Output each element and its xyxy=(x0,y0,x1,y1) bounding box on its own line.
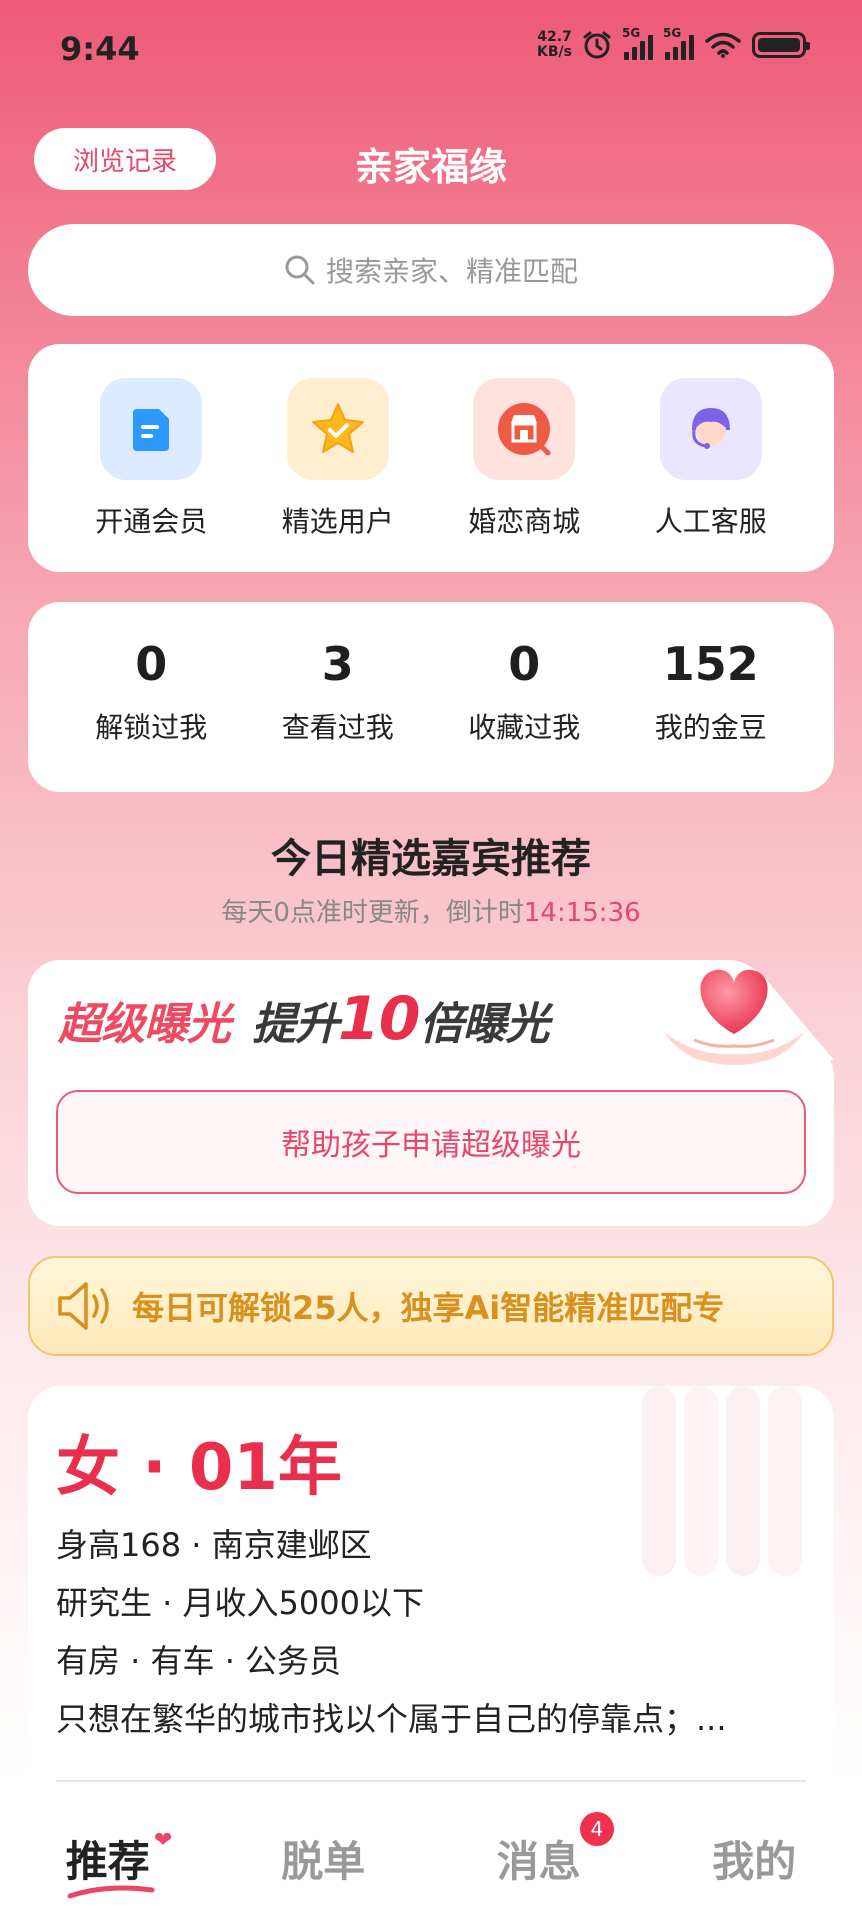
sim2-label: 5G xyxy=(663,26,682,40)
heart-in-hands-icon xyxy=(664,969,804,1065)
profile-title: 女 · 01年 xyxy=(56,1431,342,1505)
store-icon xyxy=(473,378,576,480)
recommend-subtitle: 每天0点准时更新，倒计时14:15:36 xyxy=(0,892,862,929)
tab-messages[interactable]: 消息 xyxy=(431,1786,647,1920)
network-speed-value: 42.7 xyxy=(537,29,572,45)
heart-icon: ❤ xyxy=(154,1828,173,1853)
stat-label: 我的金豆 xyxy=(654,711,767,744)
network-speed: 42.7 KB/s xyxy=(537,30,572,60)
stat-label: 解锁过我 xyxy=(95,711,208,744)
stat-label: 查看过我 xyxy=(281,711,394,744)
sim1-label: 5G xyxy=(622,26,641,40)
page-title: 亲家福缘 xyxy=(354,145,507,189)
stat-label: 收藏过我 xyxy=(468,711,581,744)
quick-action-support[interactable]: 人工客服 xyxy=(636,378,786,572)
quick-action-mall[interactable]: 婚恋商城 xyxy=(449,378,599,572)
messages-badge: 4 xyxy=(580,1812,614,1846)
status-time: 9:44 xyxy=(60,30,140,68)
stat-value: 3 xyxy=(321,637,354,691)
stat-viewed-me[interactable]: 3 查看过我 xyxy=(263,636,413,792)
profile-info-line: 研究生 · 月收入5000以下 xyxy=(56,1584,424,1622)
quick-action-membership[interactable]: 开通会员 xyxy=(76,378,226,572)
quick-actions-card: 开通会员 精选用户 婚恋商城 人工客服 xyxy=(28,344,834,572)
notice-marquee[interactable]: 每日可解锁25人，独享Ai智能精准匹配专 xyxy=(28,1256,834,1356)
profile-info-line: 有房 · 有车 · 公务员 xyxy=(56,1642,342,1680)
tab-label: 我的 xyxy=(712,1837,797,1886)
profile-bio: 只想在繁华的城市找以个属于自己的停靠点；... xyxy=(56,1700,727,1738)
signal-icon-2: 5G xyxy=(663,26,694,60)
wifi-icon xyxy=(705,32,741,58)
quick-action-featured-users[interactable]: 精选用户 xyxy=(263,378,413,572)
profile-info-line: 身高168 · 南京建邺区 xyxy=(56,1526,372,1564)
tab-recommend[interactable]: 推荐 ❤ xyxy=(0,1786,216,1920)
stat-value: 152 xyxy=(662,637,759,691)
status-icons: 42.7 KB/s 5G 5G xyxy=(537,26,810,60)
active-tab-underline xyxy=(67,1885,155,1899)
promo-headline-2-num: 10 xyxy=(338,984,420,1054)
stats-card: 0 解锁过我 3 查看过我 0 收藏过我 152 我的金豆 xyxy=(28,602,834,792)
quick-action-label: 开通会员 xyxy=(95,505,208,538)
promo-headline: 超级曝光 提升10倍曝光 xyxy=(58,984,550,1054)
promo-headline-2-pre: 提升 xyxy=(252,999,339,1050)
search-icon xyxy=(285,255,315,285)
network-speed-unit: KB/s xyxy=(537,44,572,60)
quick-action-label: 精选用户 xyxy=(281,505,394,538)
speaker-icon xyxy=(58,1282,109,1330)
promo-headline-1: 超级曝光 xyxy=(58,999,231,1050)
search-placeholder: 搜索亲家、精准匹配 xyxy=(325,255,578,288)
support-agent-icon xyxy=(659,378,762,480)
signal-icon: 5G xyxy=(622,26,653,60)
star-icon xyxy=(286,378,389,480)
quick-action-label: 婚恋商城 xyxy=(468,505,581,538)
recommend-update-text: 每天0点准时更新，倒计时 xyxy=(221,898,524,928)
search-input[interactable]: 搜索亲家、精准匹配 xyxy=(28,224,834,316)
alarm-icon xyxy=(583,31,611,59)
apply-super-exposure-button[interactable]: 帮助孩子申请超级曝光 xyxy=(56,1090,806,1194)
bottom-tab-bar: 推荐 ❤ 脱单 消息 我的 xyxy=(0,1786,862,1920)
promo-headline-2-post: 倍曝光 xyxy=(419,999,550,1050)
stat-favorited-me[interactable]: 0 收藏过我 xyxy=(449,636,599,792)
stat-gold-beans[interactable]: 152 我的金豆 xyxy=(636,636,786,792)
decorative-stripes xyxy=(642,1386,802,1576)
tab-label: 推荐 xyxy=(65,1837,150,1886)
stat-value: 0 xyxy=(508,637,541,691)
stat-value: 0 xyxy=(135,637,168,691)
notice-text: 每日可解锁25人，独享Ai智能精准匹配专 xyxy=(132,1289,725,1327)
battery-icon xyxy=(752,32,810,58)
quick-action-label: 人工客服 xyxy=(654,505,767,538)
countdown-timer: 14:15:36 xyxy=(523,898,641,928)
tab-label: 脱单 xyxy=(281,1837,366,1886)
profile-card[interactable]: 女 · 01年 身高168 · 南京建邺区 研究生 · 月收入5000以下 有房… xyxy=(28,1386,834,1786)
tab-dating[interactable]: 脱单 xyxy=(216,1786,432,1920)
tab-label: 消息 xyxy=(496,1837,581,1886)
divider xyxy=(56,1780,806,1782)
stat-unlocked-me[interactable]: 0 解锁过我 xyxy=(76,636,226,792)
recommend-title: 今日精选嘉宾推荐 xyxy=(271,836,591,882)
tab-mine[interactable]: 我的 xyxy=(647,1786,862,1920)
document-icon xyxy=(100,378,203,480)
